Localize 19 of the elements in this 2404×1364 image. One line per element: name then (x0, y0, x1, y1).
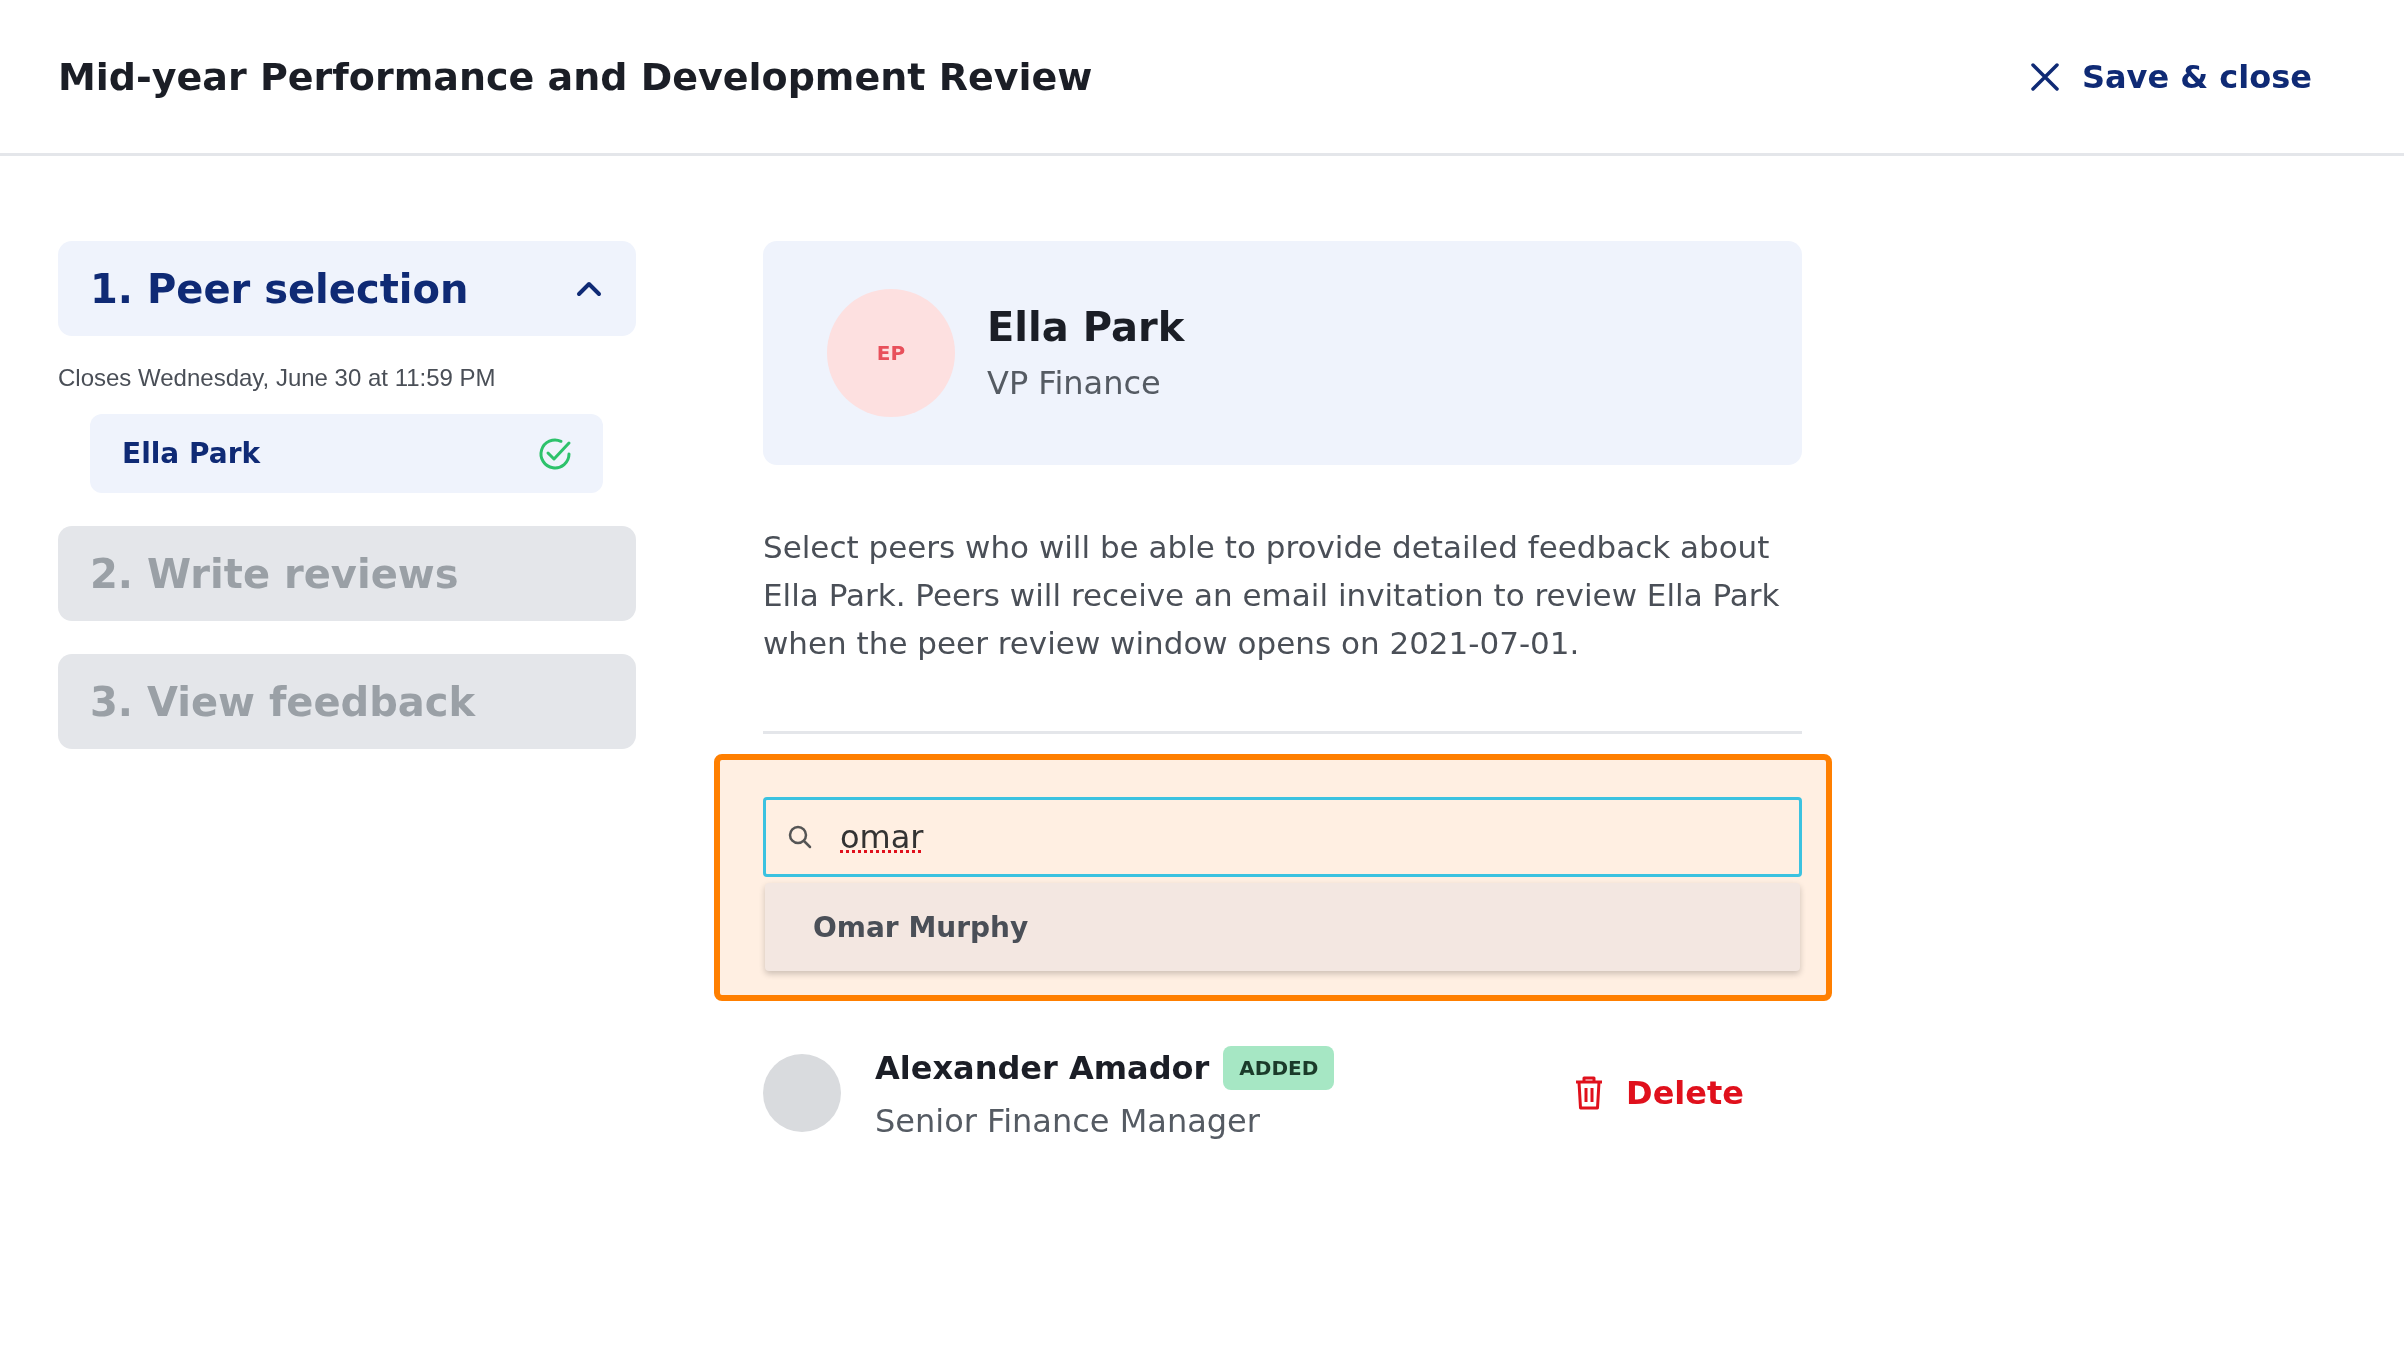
peer-name: Alexander Amador (875, 1049, 1210, 1087)
search-icon (787, 824, 813, 850)
trash-icon (1574, 1075, 1605, 1111)
description-text: Select peers who will be able to provide detailed feedback about Ella Park. Peers will receive an email invitation to review Ella Park when the peer review window opens on 2021-07-01. (763, 528, 1781, 663)
save-close-button[interactable]: Save & close (2029, 57, 2312, 96)
search-field[interactable]: omar (763, 797, 1802, 877)
delete-button[interactable]: Delete (1568, 1073, 1750, 1113)
chevron-up-icon (576, 280, 602, 297)
profile-name: Ella Park (987, 304, 1185, 350)
initials-avatar: EP (827, 289, 955, 417)
page-title: Mid-year Performance and Development Review (58, 54, 1093, 99)
reviewee-item[interactable]: Ella Park (90, 414, 603, 493)
added-badge: ADDED (1223, 1046, 1335, 1090)
step-header[interactable]: 1. Peer selection (58, 241, 636, 336)
close-icon (2029, 61, 2060, 92)
profile-role: VP Finance (987, 364, 1162, 402)
peer-role: Senior Finance Manager (875, 1102, 1261, 1140)
suggestion-item[interactable]: Omar Murphy (765, 883, 1800, 971)
deadline-text: Closes Wednesday, June 30 at 11:59 PM (58, 364, 497, 392)
